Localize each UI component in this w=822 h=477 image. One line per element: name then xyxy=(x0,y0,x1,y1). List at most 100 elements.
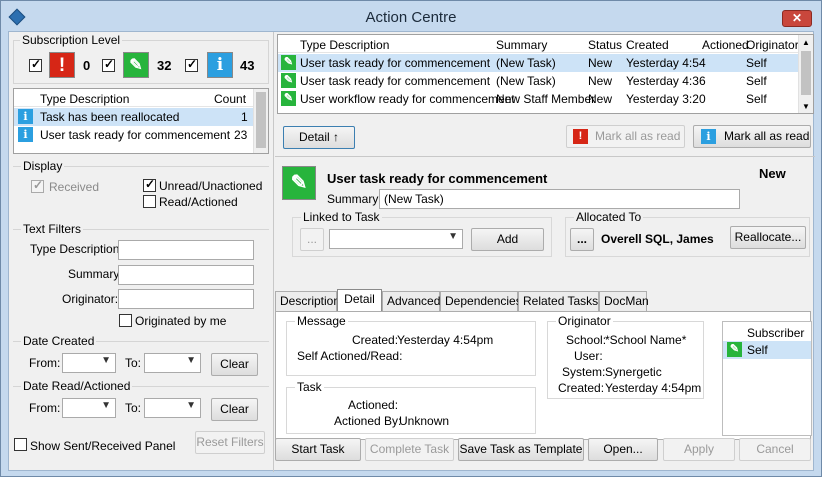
info-icon: i xyxy=(207,52,233,78)
date-created-to-combo[interactable]: ▼ xyxy=(144,353,201,373)
level-exclamation-checkbox[interactable] xyxy=(29,57,42,72)
date-created-clear-button[interactable]: Clear xyxy=(211,353,258,376)
pencil-icon: ✎ xyxy=(727,342,742,357)
subscriber-name: Self xyxy=(747,343,768,357)
mark-all-read-label: Mark all as read xyxy=(724,129,810,143)
read-checkbox[interactable] xyxy=(143,195,156,208)
originator-filter-input[interactable] xyxy=(118,289,254,309)
show-sent-received-label: Show Sent/Received Panel xyxy=(30,439,176,453)
linked-to-task-title: Linked to Task xyxy=(301,210,382,224)
list-item-type: Task has been reallocated xyxy=(40,110,180,124)
cancel-button[interactable]: Cancel xyxy=(739,438,811,461)
task-list-scroll-thumb[interactable] xyxy=(801,51,811,95)
task-originator-cell: Self xyxy=(746,92,767,106)
task-originator-column-header[interactable]: Originator xyxy=(746,38,799,52)
task-type-column-header[interactable]: Type Description xyxy=(300,38,389,52)
show-sent-received-checkbox[interactable] xyxy=(14,438,27,451)
task-summary-column-header[interactable]: Summary xyxy=(496,38,547,52)
tab-detail[interactable]: Detail xyxy=(337,289,382,312)
date-read-to-combo[interactable]: ▼ xyxy=(144,398,201,418)
date-read-title: Date Read/Actioned xyxy=(21,379,133,393)
date-created-from-combo[interactable]: ▼ xyxy=(62,353,116,373)
list-item-type: User task ready for commencement xyxy=(40,128,231,142)
table-row[interactable]: ✎ User task ready for commencement (New … xyxy=(278,72,798,90)
chevron-down-icon: ▼ xyxy=(448,231,458,242)
subscriber-list[interactable]: Subscriber ✎ Self xyxy=(722,321,812,436)
scroll-down-icon[interactable]: ▼ xyxy=(802,102,810,111)
start-task-button[interactable]: Start Task xyxy=(275,438,361,461)
originator-group: Originator School: *School Name* User: S… xyxy=(547,314,704,399)
task-type-cell: User task ready for commencement xyxy=(300,56,491,70)
type-description-label: Type Description: xyxy=(30,242,123,256)
reset-filters-button[interactable]: Reset Filters xyxy=(195,431,265,454)
subscriber-column-header[interactable]: Subscriber xyxy=(747,326,804,340)
task-created-column-header[interactable]: Created xyxy=(626,38,669,52)
save-task-as-template-button[interactable]: Save Task as Template xyxy=(458,438,584,461)
task-summary-cell: New Staff Member xyxy=(496,92,596,106)
detail-title: User task ready for commencement xyxy=(327,171,548,186)
message-group: Message Created: Yesterday 4:54pm Self A… xyxy=(286,314,536,376)
date-read-from-combo[interactable]: ▼ xyxy=(62,398,116,418)
system-label: System: xyxy=(562,365,606,379)
count-column-header[interactable]: Count xyxy=(214,92,246,106)
exclamation-icon: ! xyxy=(49,52,75,78)
reallocate-button[interactable]: Reallocate... xyxy=(730,226,806,249)
type-description-input[interactable] xyxy=(118,240,254,260)
allocated-browse-button[interactable]: ... xyxy=(570,228,594,251)
list-item[interactable]: i Task has been reallocated 1 xyxy=(14,108,254,126)
list-item[interactable]: ✎ Self xyxy=(723,341,811,359)
originated-by-me-checkbox[interactable] xyxy=(119,314,132,327)
unread-checkbox[interactable] xyxy=(143,177,156,192)
detail-toggle-button[interactable]: Detail ↑ xyxy=(283,126,355,149)
close-button[interactable]: ✕ xyxy=(782,10,812,27)
task-created-cell: Yesterday 4:54 xyxy=(626,56,706,70)
detail-summary-input[interactable]: (New Task) xyxy=(379,189,740,209)
self-actioned-label: Self Actioned/Read: xyxy=(297,349,403,363)
originator-filter-label: Originator: xyxy=(62,292,119,306)
level-pencil-checkbox[interactable] xyxy=(102,57,115,72)
task-actioned-column-header[interactable]: Actioned xyxy=(702,38,749,52)
list-item-count: 1 xyxy=(241,110,248,124)
type-list-header: Type Description Count xyxy=(14,89,268,107)
type-list-scroll-thumb[interactable] xyxy=(256,92,266,148)
pencil-icon: ✎ xyxy=(281,55,296,70)
linked-task-add-button[interactable]: Add xyxy=(471,228,544,251)
school-label: School: xyxy=(566,333,607,347)
apply-button[interactable]: Apply xyxy=(663,438,735,461)
received-checkbox[interactable] xyxy=(31,178,44,193)
tab-advanced[interactable]: Advanced xyxy=(382,291,440,311)
scroll-up-icon[interactable]: ▲ xyxy=(802,38,810,47)
open-button[interactable]: Open... xyxy=(588,438,658,461)
mark-all-read-info-button[interactable]: i Mark all as read xyxy=(693,125,811,148)
date-read-to-label: To: xyxy=(125,401,142,415)
table-row[interactable]: ✎ User workflow ready for commencement N… xyxy=(278,90,798,108)
date-read-clear-button[interactable]: Clear xyxy=(211,398,258,421)
task-type-cell: User task ready for commencement xyxy=(300,74,491,88)
linked-task-combo[interactable]: ▼ xyxy=(329,229,463,249)
task-type-cell: User workflow ready for commencement xyxy=(300,92,515,106)
type-column-header[interactable]: Type Description xyxy=(40,92,129,106)
tab-dependencies[interactable]: Dependencies xyxy=(440,291,522,311)
task-status-column-header[interactable]: Status xyxy=(588,38,622,52)
chevron-down-icon: ▼ xyxy=(186,400,196,411)
linked-task-browse-button[interactable]: ... xyxy=(300,228,324,251)
user-label: User: xyxy=(574,349,603,363)
message-title: Message xyxy=(295,314,348,328)
tab-docman[interactable]: DocMan xyxy=(599,291,649,311)
complete-task-button[interactable]: Complete Task xyxy=(365,438,454,461)
tab-description[interactable]: Description xyxy=(275,291,340,311)
table-row[interactable]: ✎ User task ready for commencement (New … xyxy=(278,54,798,72)
chevron-down-icon: ▼ xyxy=(101,355,111,366)
task-summary-cell: (New Task) xyxy=(496,56,556,70)
task-status-cell: New xyxy=(588,74,613,88)
originator-created-value: Yesterday 4:54pm xyxy=(605,381,702,395)
task-list[interactable]: Type Description Summary Status Created … xyxy=(277,34,814,114)
task-list-scrollbar[interactable]: ▲ ▼ xyxy=(798,35,813,113)
type-count-list[interactable]: Type Description Count i Task has been r… xyxy=(13,88,269,154)
summary-filter-input[interactable] xyxy=(118,265,254,285)
tab-related-tasks[interactable]: Related Tasks xyxy=(518,291,599,311)
type-list-scrollbar[interactable] xyxy=(253,89,268,153)
mark-all-read-exclamation-button[interactable]: ! Mark all as read xyxy=(566,125,685,148)
level-info-checkbox[interactable] xyxy=(185,57,198,72)
list-item[interactable]: i User task ready for commencement 23 xyxy=(14,126,254,144)
